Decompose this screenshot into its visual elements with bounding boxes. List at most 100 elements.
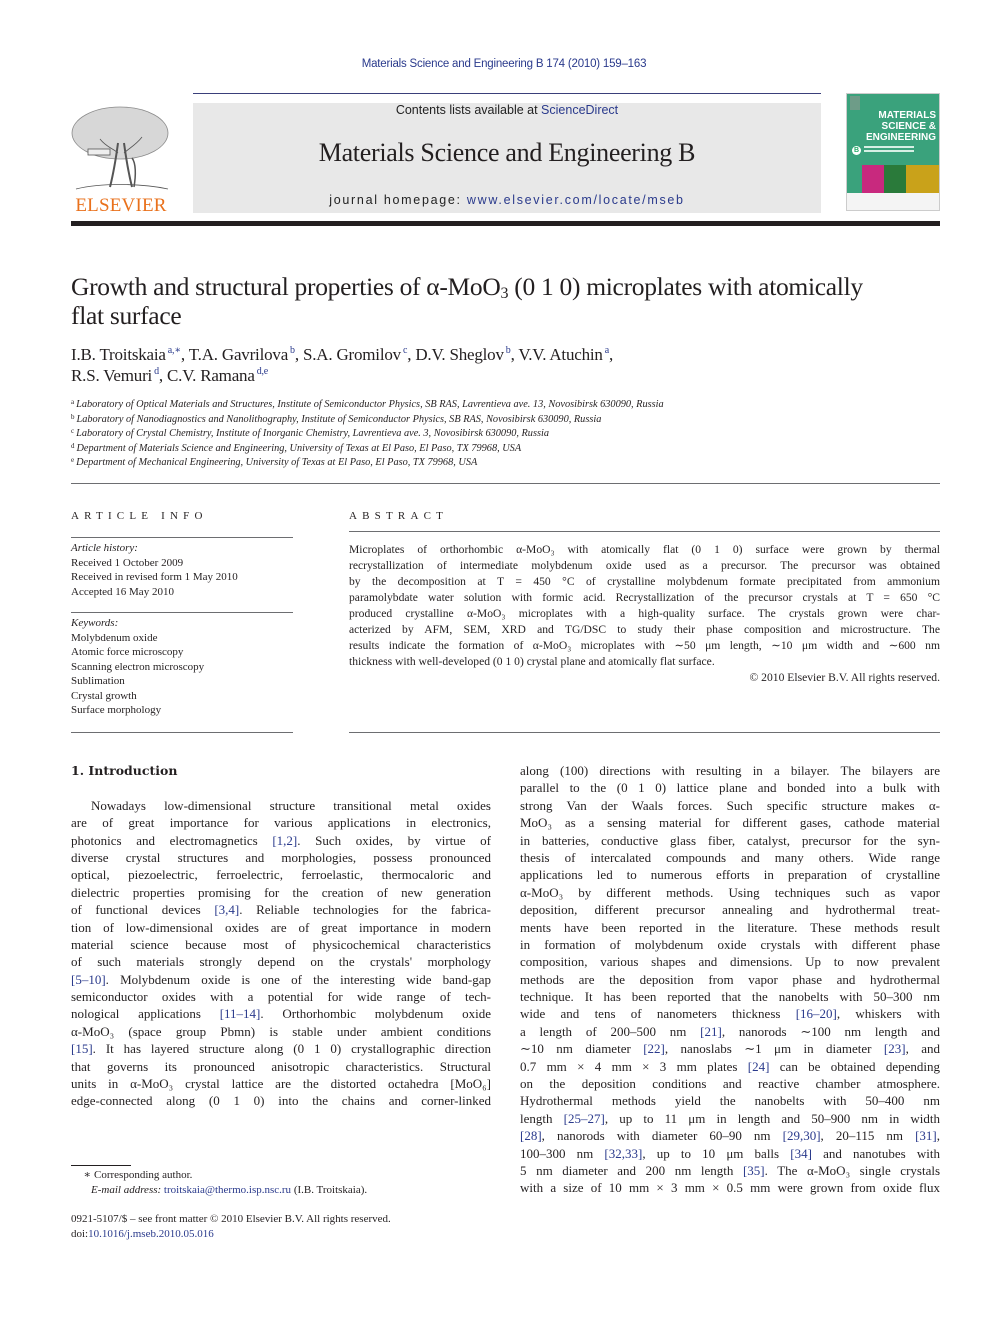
doi-line: doi:10.1016/j.mseb.2010.05.016 [71, 1227, 501, 1242]
cover-publisher-mark [850, 96, 860, 110]
keyword: Crystal growth [71, 689, 137, 702]
homepage-link[interactable]: www.elsevier.com/locate/mseb [467, 193, 685, 207]
abstract-line: produced crystalline α-MoO₃ microplates … [349, 607, 940, 620]
citation-link[interactable]: [3,4] [214, 902, 239, 917]
footnotes: ∗ Corresponding author. E-mail address: t… [71, 1168, 501, 1197]
front-matter-notice: 0921-5107/$ – see front matter © 2010 El… [71, 1213, 391, 1225]
citation-link[interactable]: [28] [520, 1128, 542, 1143]
author-name: D.V. Sheglov [415, 345, 504, 364]
journal-masthead: Contents lists available at ScienceDirec… [193, 103, 821, 213]
body-line: 5 nm diameter and 200 nm length [35]. Th… [520, 1162, 941, 1178]
email-label: E-mail address: [91, 1183, 162, 1196]
citation-link[interactable]: [22] [643, 1041, 665, 1056]
body-line: of such materials strongly depend on the… [71, 954, 491, 970]
citation-link[interactable]: [23] [884, 1041, 906, 1056]
citation-link[interactable]: [35] [743, 1163, 765, 1178]
affiliation-marker[interactable]: a,∗ [168, 345, 181, 356]
cover-title: MATERIALS SCIENCE & ENGINEERING [866, 110, 936, 143]
body-line: edge-connected along (0 1 0) into the ch… [71, 1093, 491, 1109]
affiliation-marker[interactable]: d,e [257, 366, 269, 377]
abstract-line: recrystallization of intermediate molybd… [349, 559, 940, 572]
body-line: of functional devices [3,4]. Reliable te… [71, 902, 491, 918]
citation-link[interactable]: [24] [748, 1059, 770, 1074]
tree-icon [71, 106, 169, 190]
citation-link[interactable]: [31] [915, 1128, 937, 1143]
author[interactable]: T.A. Gavrilova b [189, 345, 295, 364]
keyword: Scanning electron microscopy [71, 660, 205, 673]
cover-title-line: ENGINEERING [865, 132, 936, 143]
body-line: along (100) directions with resulting in… [520, 763, 940, 778]
citation-link[interactable]: [16–20] [796, 1006, 837, 1021]
body-line: semiconductor oxides with a potential fo… [71, 989, 491, 1005]
affiliation: d Department of Materials Science and Eng… [71, 442, 941, 457]
body-line: units in α-MoO₃ crystal lattice are the … [71, 1076, 491, 1092]
body-line: diverse crystal structures and morpholog… [71, 849, 491, 865]
affiliation-text: Laboratory of Nanodiagnostics and Nanoli… [76, 413, 602, 425]
abstract-rule [349, 531, 940, 532]
body-line: length [25–27], up to 11 μm in length an… [520, 1110, 941, 1126]
body-line: dielectric properties promising for the … [71, 884, 491, 900]
body-column-left: 1. Introduction Nowadays low-dimensional… [71, 762, 491, 1110]
citation-link[interactable]: [5–10] [71, 972, 106, 987]
body-line: 100–300 nm [32,33], up to 10 μm balls [3… [520, 1145, 940, 1161]
journal-homepage: journal homepage: www.elsevier.com/locat… [193, 193, 821, 207]
doi-link[interactable]: 10.1016/j.mseb.2010.05.016 [88, 1228, 214, 1240]
sciencedirect-link[interactable]: ScienceDirect [541, 103, 618, 117]
journal-title: Materials Science and Engineering B [318, 138, 696, 167]
citation-link[interactable]: [25–27] [564, 1111, 605, 1126]
citation-link[interactable]: [34] [790, 1146, 812, 1161]
footnote-rule [71, 1165, 131, 1166]
email-link[interactable]: troitskaia@thermo.isp.nsc.ru [164, 1184, 291, 1196]
body-line: α-MoO₃ by different methods. Using techn… [520, 884, 940, 900]
header-rule [193, 93, 821, 94]
corresponding-author-note: ∗ Corresponding author. [71, 1168, 501, 1183]
elsevier-logo[interactable]: ELSEVIER [70, 103, 172, 216]
journal-cover[interactable]: MATERIALS SCIENCE & ENGINEERING B [846, 93, 940, 211]
cover-footer [847, 193, 939, 210]
history-item: Received 1 October 2009 [71, 556, 184, 569]
abstract-copyright: © 2010 Elsevier B.V. All rights reserved… [749, 671, 940, 684]
affiliation-key: b [71, 412, 75, 421]
citation-link[interactable]: [29,30] [783, 1128, 821, 1143]
body-line: α-MoO₃ (space group Pbmn) is stable unde… [71, 1023, 491, 1039]
body-line: in batteries, conductive glass fiber, ca… [520, 832, 940, 848]
body-line: strong Van der Waals forces. Such specif… [520, 797, 940, 813]
body-line: a length of 200–500 nm [21], nanorods ∼1… [520, 1023, 940, 1039]
body-line: deposition, different precursor annealin… [520, 902, 940, 918]
cover-image [906, 165, 939, 193]
affiliation-text: Department of Materials Science and Engi… [76, 442, 522, 454]
affiliation-text: Laboratory of Crystal Chemistry, Institu… [76, 428, 549, 439]
separator: , [158, 366, 168, 385]
body-line: Nowadays low-dimensional structure trans… [91, 797, 491, 813]
body-line: methods are the deposition from vapor ph… [520, 971, 940, 987]
body-line: material science because most of physico… [71, 936, 491, 952]
cover-image [862, 165, 884, 193]
running-head[interactable]: Materials Science and Engineering B 174 … [0, 58, 992, 70]
author[interactable]: S.A. Gromilov c [303, 345, 407, 364]
author[interactable]: C.V. Ramana d,e [167, 366, 268, 385]
affiliation-key: a [71, 398, 75, 406]
affiliation-key: e [71, 456, 75, 464]
author[interactable]: V.V. Atuchin a [518, 345, 609, 364]
citation-link[interactable]: [11–14] [220, 1006, 261, 1021]
history-item: Accepted 16 May 2010 [71, 585, 174, 598]
citation-link[interactable]: [1,2] [272, 833, 297, 848]
article-info-rule [71, 537, 293, 538]
title-text: flat surface [71, 301, 182, 330]
citation-link[interactable]: [21] [700, 1024, 722, 1039]
author[interactable]: R.S. Vemuri d [71, 366, 159, 385]
affiliation-key: d [71, 441, 75, 450]
citation-link[interactable]: [15] [71, 1041, 93, 1056]
body-line: [15]. It has layered structure along (0 … [71, 1041, 491, 1057]
citation-link[interactable]: [32,33] [604, 1146, 642, 1161]
affiliation-list: a Laboratory of Optical Materials and Str… [71, 398, 941, 471]
body-line: 0.7 mm × 4 mm × 3 mm plates [24] can be … [520, 1058, 940, 1074]
affiliation-text: Department of Mechanical Engineering, Un… [76, 457, 478, 468]
author[interactable]: I.B. Troitskaia a,∗ [71, 345, 181, 364]
footnote-star: ∗ [83, 1169, 91, 1181]
email-owner: (I.B. Troitskaia). [291, 1183, 368, 1196]
homepage-prefix: journal homepage: [329, 193, 467, 207]
body-line: on the deposition conditions and reactiv… [520, 1076, 940, 1092]
author[interactable]: D.V. Sheglov b [415, 345, 510, 364]
article-history: Article history: Received 1 October 2009… [71, 541, 293, 599]
